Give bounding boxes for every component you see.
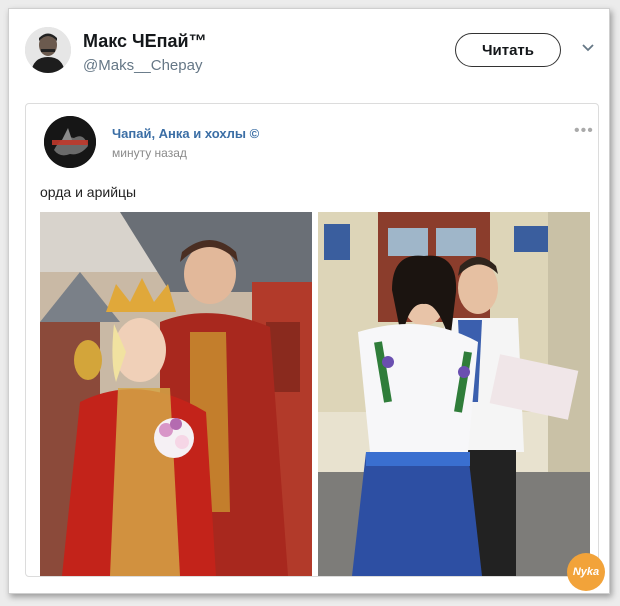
photo-couple-traditional[interactable] xyxy=(40,212,312,576)
author-avatar[interactable] xyxy=(25,27,71,73)
chevron-down-icon[interactable] xyxy=(581,41,595,55)
author-name[interactable]: Макс ЧЕпай™ xyxy=(83,31,207,52)
quoted-author-name[interactable]: Чапай, Анка и хохлы © xyxy=(112,126,259,141)
quoted-post[interactable]: Чапай, Анка и хохлы © минуту назад ••• о… xyxy=(25,103,599,577)
quoted-text: орда и арийцы xyxy=(40,184,137,200)
photo-couple-embroidered[interactable] xyxy=(318,212,590,576)
quoted-avatar[interactable] xyxy=(44,116,96,168)
quoted-timestamp: минуту назад xyxy=(112,146,187,160)
follow-button[interactable]: Читать xyxy=(455,33,561,67)
author-handle[interactable]: @Maks__Chepay xyxy=(83,57,202,74)
more-icon[interactable]: ••• xyxy=(574,122,594,140)
tweet-card: Макс ЧЕпай™ @Maks__Chepay Читать Чапай, … xyxy=(8,8,610,594)
watermark-logo: Nyka xyxy=(567,553,605,591)
